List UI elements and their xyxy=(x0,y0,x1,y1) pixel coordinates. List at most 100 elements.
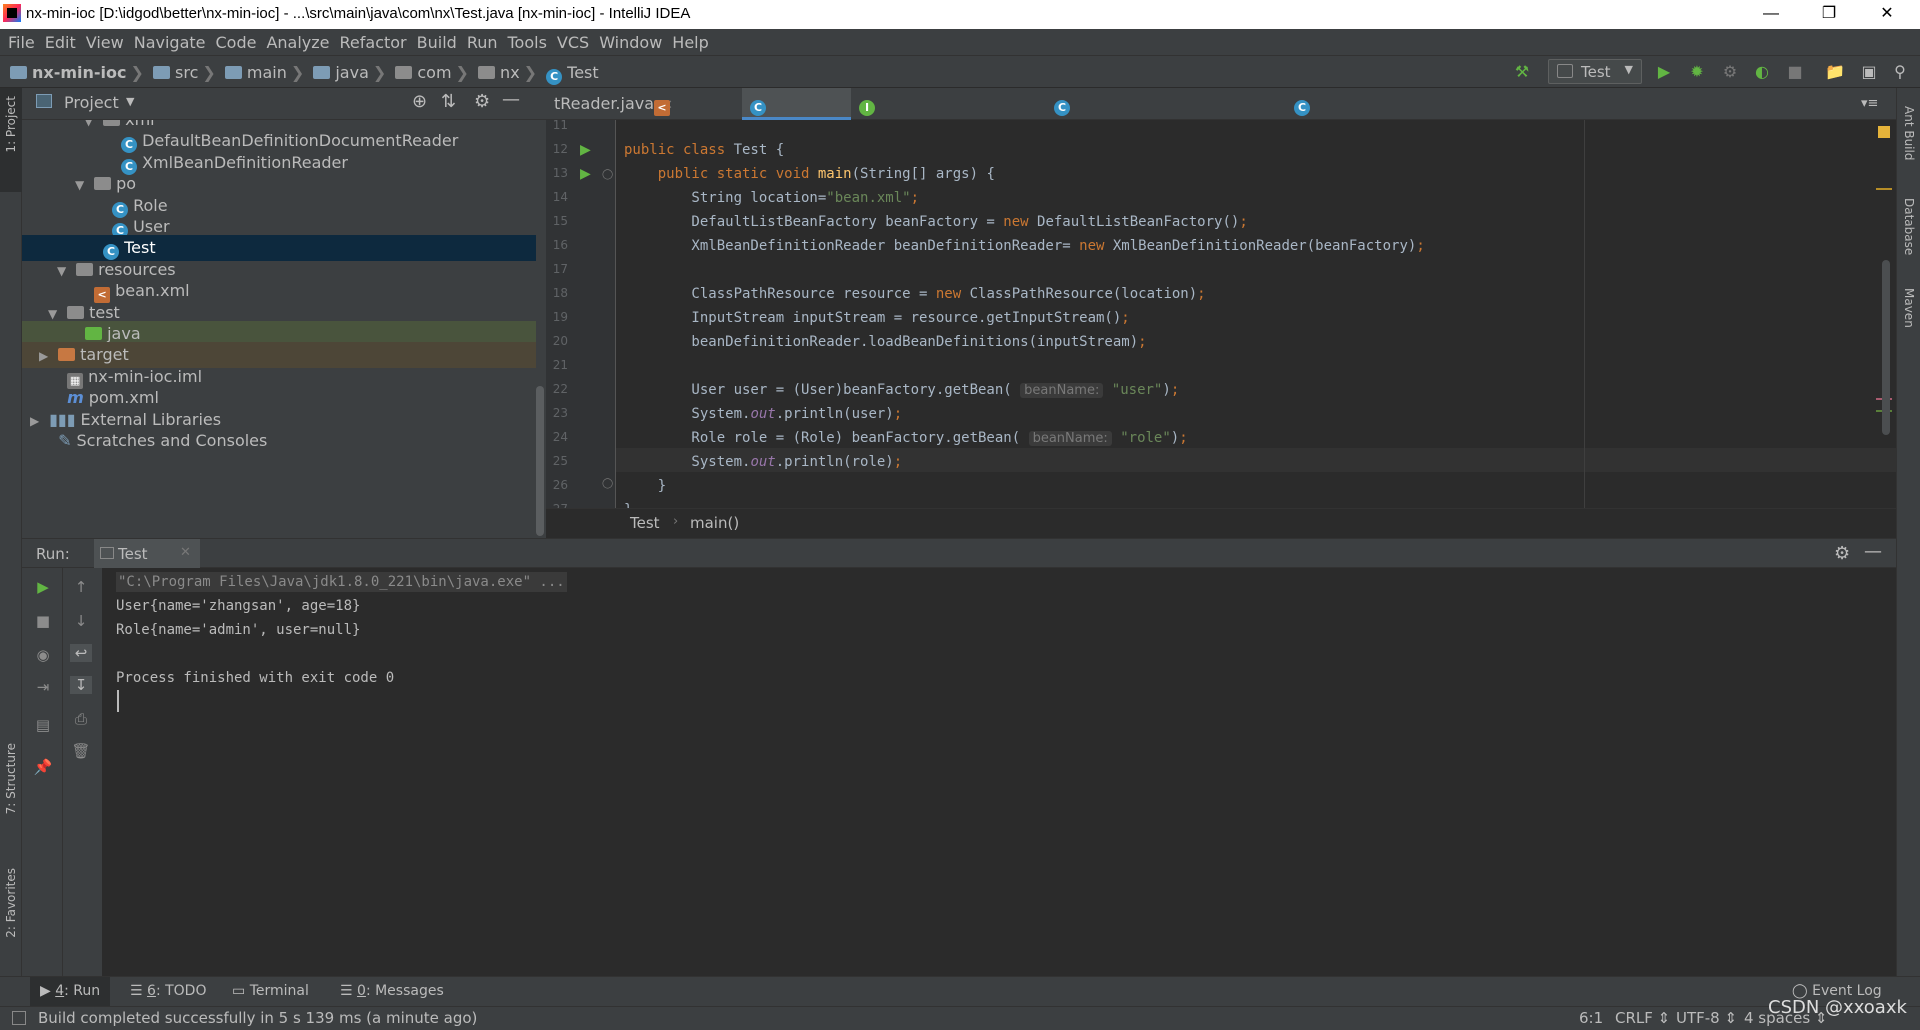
console-command-line[interactable]: "C:\Program Files\Java\jdk1.8.0_221\bin\… xyxy=(116,572,567,592)
editor-scrollbar[interactable] xyxy=(1882,260,1890,435)
stop-icon[interactable]: ■ xyxy=(1785,62,1805,82)
editor-tab[interactable]: CXmlBeanDefinitionReader.java✕ xyxy=(1046,88,1316,145)
maven-tool-button[interactable]: Maven xyxy=(1902,288,1916,328)
project-view-select[interactable]: Project xyxy=(64,93,119,112)
minimize-button[interactable]: — xyxy=(1742,0,1800,29)
editor-tab[interactable]: CTest.java✕ xyxy=(742,88,851,145)
inspection-status-icon[interactable] xyxy=(1878,126,1890,138)
project-tool-button[interactable]: 1: Project xyxy=(4,96,18,153)
collapse-all-icon[interactable]: ⇅ xyxy=(441,91,456,112)
debug-icon[interactable]: ✹ xyxy=(1687,62,1707,82)
menu-help[interactable]: Help xyxy=(672,29,708,52)
gear-icon[interactable]: ⚙ xyxy=(474,91,490,112)
status-toggle-icon[interactable] xyxy=(12,1011,26,1025)
breadcrumb-method[interactable]: main() xyxy=(690,514,739,532)
run-gutter-icon[interactable]: ▶ xyxy=(580,166,591,182)
menu-vcs[interactable]: VCS xyxy=(557,29,589,52)
search-icon[interactable]: ⚲ xyxy=(1890,62,1910,82)
editor-tab[interactable]: CReflectionUtils.java✕ xyxy=(1286,88,1466,145)
tree-item-label: User xyxy=(133,217,170,236)
code-line-20: beanDefinitionReader.loadBeanDefinitions… xyxy=(624,334,1147,350)
soft-wrap-icon[interactable]: ↩ xyxy=(70,644,92,662)
close-window-button[interactable]: ✕ xyxy=(1858,0,1916,29)
menu-refactor[interactable]: Refactor xyxy=(340,29,407,52)
menu-tools[interactable]: Tools xyxy=(508,29,547,52)
console-caret xyxy=(117,690,119,712)
terminal-tool-tab[interactable]: ▭ Terminal xyxy=(232,983,309,999)
code-editor[interactable]: public class Test { public static void m… xyxy=(616,120,1896,508)
line-separator[interactable]: CRLF ⇕ xyxy=(1615,1009,1670,1027)
menu-window[interactable]: Window xyxy=(599,29,662,52)
menu-run[interactable]: Run xyxy=(467,29,498,52)
line-number: 14 xyxy=(552,190,568,204)
run-gutter-icon[interactable]: ▶ xyxy=(580,142,591,158)
tab-list-icon[interactable]: ▾≡ xyxy=(1861,96,1878,111)
chevron-down-icon[interactable]: ▼ xyxy=(126,95,134,108)
breadcrumb-main[interactable]: main xyxy=(247,63,287,82)
menu-code[interactable]: Code xyxy=(216,29,257,52)
status-message[interactable]: Build completed successfully in 5 s 139 … xyxy=(38,1009,477,1027)
menu-file[interactable]: File xyxy=(8,29,35,52)
pin-icon[interactable]: 📌 xyxy=(32,758,54,776)
print-icon[interactable]: ⎙ xyxy=(70,710,92,728)
editor-tab[interactable]: <bean.xml✕ xyxy=(646,88,747,145)
breadcrumb-src[interactable]: src xyxy=(175,63,198,82)
folder-icon xyxy=(94,177,112,191)
run-configuration-select[interactable]: Test ▼ xyxy=(1548,59,1642,84)
breadcrumb-test[interactable]: Test xyxy=(567,63,599,82)
editor-tab[interactable]: IBeanDefinitionRegistry.java✕ xyxy=(851,88,1098,145)
structure-tool-button[interactable]: 7: Structure xyxy=(4,743,18,814)
fold-icon[interactable]: ◯ xyxy=(602,169,613,180)
tree-item-label: Role xyxy=(133,195,168,215)
menu-analyze[interactable]: Analyze xyxy=(266,29,329,52)
sdk-icon[interactable]: ▣ xyxy=(1859,62,1879,82)
rerun-icon[interactable]: ▶ xyxy=(32,578,54,596)
project-structure-icon[interactable]: 📁 xyxy=(1825,62,1845,82)
breadcrumb-separator: › xyxy=(673,514,679,529)
code-line-13: public static void main(String[] args) { xyxy=(624,166,995,182)
restore-button[interactable]: ❐ xyxy=(1800,0,1858,29)
caret-position[interactable]: 6:1 xyxy=(1579,1009,1603,1027)
up-icon[interactable]: ↑ xyxy=(70,578,92,596)
locate-file-icon[interactable]: ⊕ xyxy=(412,91,427,112)
breadcrumb-project[interactable]: nx-min-ioc xyxy=(32,63,127,82)
stop-icon[interactable]: ■ xyxy=(32,612,54,630)
menu-navigate[interactable]: Navigate xyxy=(134,29,206,52)
hide-panel-icon[interactable]: — xyxy=(1864,541,1882,562)
run-tab[interactable]: Test ✕ xyxy=(94,539,200,569)
project-scrollbar[interactable] xyxy=(536,386,544,536)
menu-edit[interactable]: Edit xyxy=(45,29,76,52)
exit-icon[interactable]: ⇥ xyxy=(32,678,54,696)
scroll-to-end-icon[interactable]: ↧ xyxy=(70,676,92,694)
tree-item-label: Scratches and Consoles xyxy=(76,431,268,450)
breadcrumb-class[interactable]: Test xyxy=(630,514,660,532)
run-icon[interactable]: ▶ xyxy=(1654,62,1674,82)
messages-tool-tab[interactable]: ☰ 0: Messages xyxy=(340,983,444,999)
down-icon[interactable]: ↓ xyxy=(70,612,92,630)
database-tool-button[interactable]: Database xyxy=(1902,198,1916,255)
fold-icon[interactable]: ◯ xyxy=(602,478,613,489)
file-encoding[interactable]: UTF-8 ⇕ xyxy=(1676,1009,1737,1027)
todo-tool-tab[interactable]: ☰ 6: TODO xyxy=(130,983,206,999)
layout-icon[interactable]: ▤ xyxy=(32,716,54,734)
warning-marker[interactable] xyxy=(1876,188,1892,190)
breadcrumb-com[interactable]: com xyxy=(417,63,451,82)
run-tool-tab[interactable]: ▶ 4: Run xyxy=(40,983,100,999)
gear-icon[interactable]: ⚙ xyxy=(1834,543,1850,564)
ant-build-tool-button[interactable]: Ant Build xyxy=(1902,106,1916,160)
menu-build[interactable]: Build xyxy=(417,29,457,52)
profile-icon[interactable]: ◐ xyxy=(1752,62,1772,82)
editor-tab[interactable]: tReader.java✕ xyxy=(546,88,673,120)
trash-icon[interactable]: 🗑 xyxy=(70,742,92,760)
camera-icon[interactable]: ◉ xyxy=(32,646,54,664)
breadcrumb-java[interactable]: java xyxy=(335,63,369,82)
breadcrumb-nx[interactable]: nx xyxy=(500,63,520,82)
close-tab-icon[interactable]: ✕ xyxy=(180,545,191,560)
coverage-icon[interactable]: ⚙ xyxy=(1720,62,1740,82)
console-output[interactable]: "C:\Program Files\Java\jdk1.8.0_221\bin\… xyxy=(102,568,1896,976)
build-hammer-icon[interactable]: ⚒ xyxy=(1512,62,1532,82)
menu-view[interactable]: View xyxy=(86,29,124,52)
hide-panel-icon[interactable]: — xyxy=(502,89,520,110)
tree-item[interactable]: ✎ Scratches and Consoles xyxy=(22,428,536,454)
favorites-tool-button[interactable]: 2: Favorites xyxy=(4,868,18,938)
